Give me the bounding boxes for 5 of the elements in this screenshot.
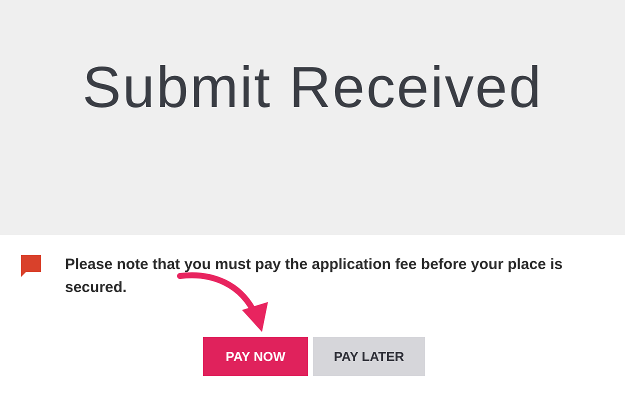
notice-text: Please note that you must pay the application fee before your place is secured. bbox=[65, 255, 564, 298]
pay-later-button[interactable]: PAY LATER bbox=[313, 337, 425, 376]
page-title: Submit Received bbox=[82, 54, 543, 122]
pay-now-button[interactable]: PAY NOW bbox=[203, 337, 308, 376]
flag-icon bbox=[21, 255, 41, 277]
